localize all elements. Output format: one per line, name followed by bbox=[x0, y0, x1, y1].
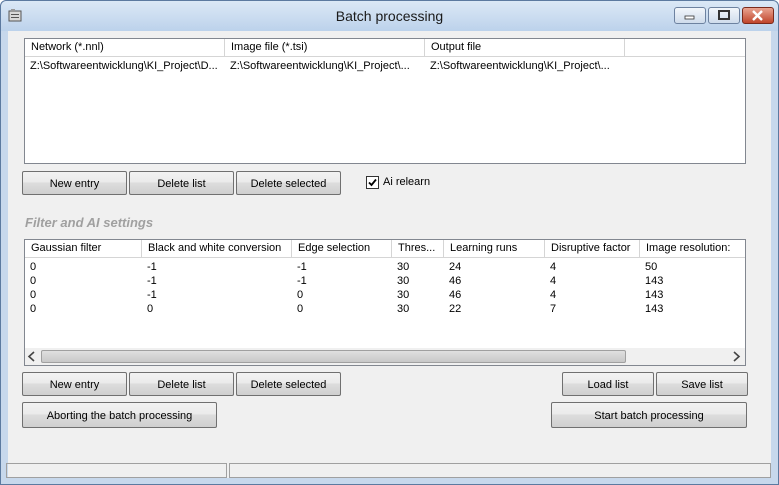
cell-threshold: 30 bbox=[397, 275, 410, 287]
cell-learning-runs: 22 bbox=[449, 303, 462, 315]
scrollbar-thumb[interactable] bbox=[41, 350, 626, 363]
close-icon bbox=[752, 10, 763, 21]
files-delete-list-button[interactable]: Delete list bbox=[129, 171, 234, 195]
column-bw-conversion[interactable]: Black and white conversion bbox=[142, 240, 292, 257]
cell-image-file: Z:\Softwareentwicklung\KI_Project\... bbox=[230, 60, 410, 72]
cell-edge-selection: -1 bbox=[297, 275, 307, 287]
cell-learning-runs: 46 bbox=[449, 289, 462, 301]
settings-list-header: Gaussian filter Black and white conversi… bbox=[25, 240, 745, 258]
cell-bw-conversion: -1 bbox=[147, 289, 157, 301]
column-image-file[interactable]: Image file (*.tsi) bbox=[225, 39, 425, 56]
cell-image-resolution: 143 bbox=[645, 275, 664, 287]
settings-delete-list-button[interactable]: Delete list bbox=[129, 372, 234, 396]
cell-threshold: 30 bbox=[397, 261, 410, 273]
cell-edge-selection: -1 bbox=[297, 261, 307, 273]
column-image-resolution[interactable]: Image resolution: bbox=[640, 240, 745, 257]
column-gaussian-filter[interactable]: Gaussian filter bbox=[25, 240, 142, 257]
checkmark-icon bbox=[368, 178, 377, 187]
minimize-button[interactable] bbox=[674, 7, 706, 24]
table-row[interactable]: 0 -1 0 30 46 4 143 bbox=[25, 288, 745, 302]
save-list-button[interactable]: Save list bbox=[656, 372, 748, 396]
column-filler bbox=[625, 39, 745, 56]
cell-learning-runs: 46 bbox=[449, 275, 462, 287]
column-disruptive-factor[interactable]: Disruptive factor bbox=[545, 240, 640, 257]
table-row[interactable]: 0 0 0 30 22 7 143 bbox=[25, 302, 745, 316]
abort-batch-button[interactable]: Aborting the batch processing bbox=[22, 402, 217, 428]
cell-gaussian-filter: 0 bbox=[30, 261, 37, 273]
column-output-file[interactable]: Output file bbox=[425, 39, 625, 56]
window-title: Batch processing bbox=[335, 8, 444, 24]
column-learning-runs[interactable]: Learning runs bbox=[444, 240, 545, 257]
load-list-button[interactable]: Load list bbox=[562, 372, 654, 396]
maximize-icon bbox=[718, 10, 730, 20]
cell-bw-conversion: -1 bbox=[147, 275, 157, 287]
settings-delete-selected-button[interactable]: Delete selected bbox=[236, 372, 341, 396]
files-list[interactable]: Network (*.nnl) Image file (*.tsi) Outpu… bbox=[24, 38, 746, 164]
cell-learning-runs: 24 bbox=[449, 261, 462, 273]
cell-bw-conversion: 0 bbox=[147, 303, 154, 315]
client-area: Network (*.nnl) Image file (*.tsi) Outpu… bbox=[6, 31, 771, 478]
horizontal-scrollbar[interactable] bbox=[25, 348, 745, 365]
cell-threshold: 30 bbox=[397, 303, 410, 315]
column-edge-selection[interactable]: Edge selection bbox=[292, 240, 392, 257]
settings-list[interactable]: Gaussian filter Black and white conversi… bbox=[24, 239, 746, 366]
cell-threshold: 30 bbox=[397, 289, 410, 301]
column-network[interactable]: Network (*.nnl) bbox=[25, 39, 225, 56]
table-row[interactable]: 0 -1 -1 30 24 4 50 bbox=[25, 260, 745, 274]
files-delete-selected-button[interactable]: Delete selected bbox=[236, 171, 341, 195]
table-row[interactable]: 0 -1 -1 30 46 4 143 bbox=[25, 274, 745, 288]
cell-disruptive-factor: 4 bbox=[550, 275, 557, 287]
cell-gaussian-filter: 0 bbox=[30, 289, 37, 301]
close-button[interactable] bbox=[742, 7, 774, 24]
batch-processing-window: Batch processing Network (*.nnl) Image f… bbox=[0, 0, 779, 485]
files-new-entry-button[interactable]: New entry bbox=[22, 171, 127, 195]
cell-gaussian-filter: 0 bbox=[30, 275, 37, 287]
cell-bw-conversion: -1 bbox=[147, 261, 157, 273]
status-pane-2 bbox=[229, 463, 771, 478]
start-batch-button[interactable]: Start batch processing bbox=[551, 402, 747, 428]
cell-disruptive-factor: 4 bbox=[550, 261, 557, 273]
status-bar bbox=[6, 462, 771, 478]
settings-new-entry-button[interactable]: New entry bbox=[22, 372, 127, 396]
column-threshold[interactable]: Thres... bbox=[392, 240, 444, 257]
cell-disruptive-factor: 7 bbox=[550, 303, 557, 315]
ai-relearn-checkbox[interactable] bbox=[366, 176, 379, 189]
ai-relearn-label[interactable]: Ai relearn bbox=[383, 176, 430, 188]
cell-network: Z:\Softwareentwicklung\KI_Project\D... bbox=[30, 60, 218, 72]
cell-gaussian-filter: 0 bbox=[30, 303, 37, 315]
section-title-filter-ai: Filter and AI settings bbox=[25, 215, 154, 230]
scroll-left-icon[interactable] bbox=[27, 351, 37, 362]
cell-edge-selection: 0 bbox=[297, 289, 304, 301]
scroll-right-icon[interactable] bbox=[731, 351, 741, 362]
table-row[interactable]: Z:\Softwareentwicklung\KI_Project\D... Z… bbox=[25, 59, 625, 73]
cell-disruptive-factor: 4 bbox=[550, 289, 557, 301]
cell-image-resolution: 143 bbox=[645, 303, 664, 315]
maximize-button[interactable] bbox=[708, 7, 740, 24]
files-list-header: Network (*.nnl) Image file (*.tsi) Outpu… bbox=[25, 39, 745, 57]
title-bar[interactable]: Batch processing bbox=[1, 1, 778, 31]
cell-edge-selection: 0 bbox=[297, 303, 304, 315]
cell-image-resolution: 143 bbox=[645, 289, 664, 301]
status-pane-1 bbox=[6, 463, 227, 478]
cell-image-resolution: 50 bbox=[645, 261, 658, 273]
cell-output-file: Z:\Softwareentwicklung\KI_Project\... bbox=[430, 60, 610, 72]
minimize-icon bbox=[684, 15, 695, 20]
